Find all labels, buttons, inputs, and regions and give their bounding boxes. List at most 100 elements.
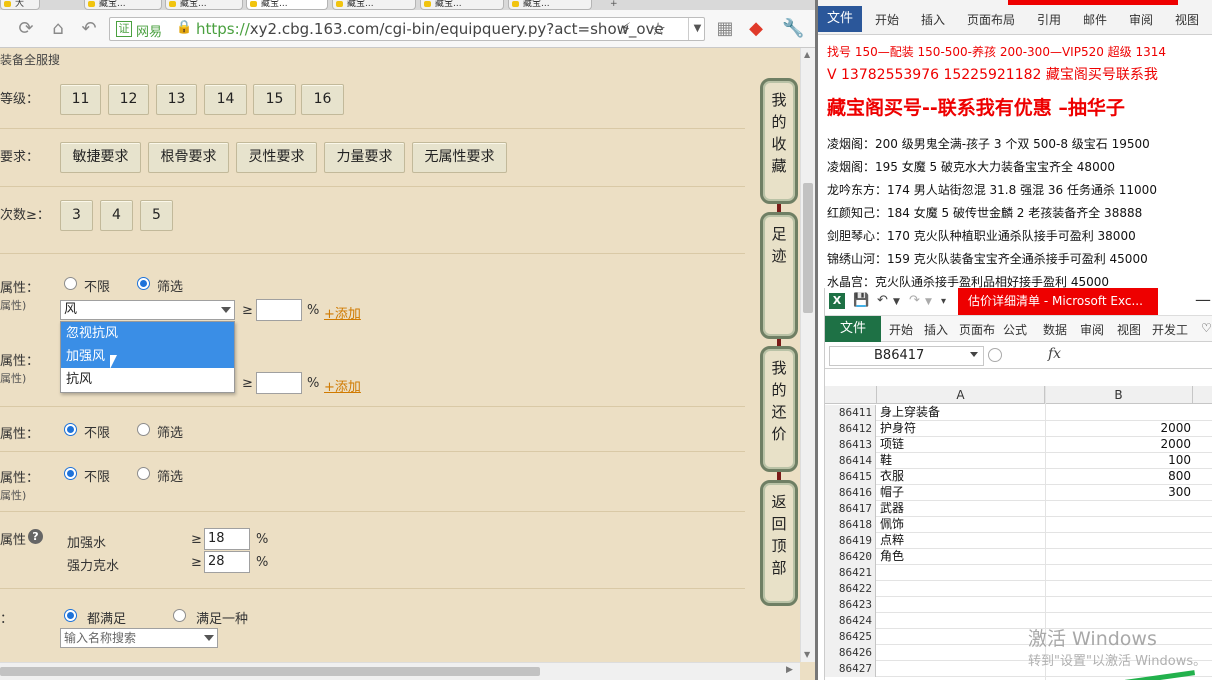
- scroll-thumb[interactable]: [0, 667, 540, 676]
- level-option-16[interactable]: 16: [301, 84, 344, 115]
- url-text[interactable]: https://xy2.cbg.163.com/cgi-bin/equipque…: [196, 20, 664, 38]
- row-number[interactable]: 86414: [825, 453, 876, 469]
- undo-icon[interactable]: ↶: [78, 18, 100, 40]
- grid-icon[interactable]: ▦: [714, 18, 736, 40]
- table-row[interactable]: 86412 护身符 2000: [825, 421, 1212, 437]
- lightning-icon[interactable]: ⚡: [620, 19, 631, 38]
- match-any-radio[interactable]: [173, 609, 186, 622]
- row-number[interactable]: 86412: [825, 421, 876, 437]
- dropdown-option[interactable]: 忽视抗风: [61, 322, 234, 345]
- cell-b[interactable]: 100: [1047, 453, 1193, 468]
- attr1-add-link[interactable]: +添加: [324, 303, 361, 322]
- attr3-unlimited-radio[interactable]: [64, 423, 77, 436]
- cell-a[interactable]: 武器: [880, 501, 1045, 516]
- excel-tab[interactable]: 插入: [924, 321, 948, 338]
- scroll-down-icon[interactable]: ▼: [804, 650, 810, 659]
- word-tab[interactable]: 插入: [921, 11, 945, 28]
- attr4-filter-radio[interactable]: [137, 467, 150, 480]
- back-to-top-button[interactable]: 返回顶部: [760, 480, 798, 606]
- excel-tab[interactable]: 审阅: [1080, 321, 1104, 338]
- attribute-dropdown-list[interactable]: 忽视抗风 加强风 抗风: [60, 321, 235, 393]
- attr5-row2-input[interactable]: 28: [204, 551, 250, 573]
- row-number[interactable]: 86418: [825, 517, 876, 533]
- fx-icon[interactable]: fx: [1048, 346, 1061, 362]
- times-option-4[interactable]: 4: [100, 200, 133, 231]
- chevron-down-icon[interactable]: ▼: [893, 297, 900, 307]
- word-tab[interactable]: 审阅: [1129, 11, 1153, 28]
- row-number[interactable]: 86413: [825, 437, 876, 453]
- word-tab[interactable]: 邮件: [1083, 11, 1107, 28]
- cell-a[interactable]: 佩饰: [880, 517, 1045, 532]
- formula-options-icon[interactable]: [988, 348, 1002, 362]
- url-dropdown-icon[interactable]: ▼: [688, 18, 706, 40]
- row-number[interactable]: 86422: [825, 581, 876, 597]
- level-option-13[interactable]: 13: [156, 84, 197, 115]
- attr1-attribute-select[interactable]: 风: [60, 300, 235, 320]
- browser-tab[interactable]: 藏宝...: [420, 0, 504, 10]
- excel-tab[interactable]: 公式: [1003, 321, 1027, 338]
- word-tab[interactable]: 开始: [875, 11, 899, 28]
- minimize-icon[interactable]: —: [1195, 290, 1211, 309]
- row-number[interactable]: 86425: [825, 629, 876, 645]
- row-number[interactable]: 86421: [825, 565, 876, 581]
- level-option-15[interactable]: 15: [253, 84, 296, 115]
- column-header-b[interactable]: B: [1045, 386, 1193, 404]
- scroll-right-icon[interactable]: ▶: [786, 665, 793, 675]
- req-constitution-button[interactable]: 根骨要求: [148, 142, 229, 173]
- row-number[interactable]: 86420: [825, 549, 876, 565]
- refresh-icon[interactable]: ⟳: [15, 18, 37, 40]
- table-row[interactable]: 86414 鞋 100: [825, 453, 1212, 469]
- name-search-select[interactable]: 输入名称搜索: [60, 628, 218, 648]
- horizontal-scrollbar[interactable]: ▶: [0, 662, 800, 680]
- excel-tab[interactable]: 开始: [889, 321, 913, 338]
- excel-tab[interactable]: 数据: [1043, 321, 1067, 338]
- help-icon[interactable]: ?: [28, 529, 43, 544]
- level-option-12[interactable]: 12: [108, 84, 149, 115]
- excel-file-tab[interactable]: 文件: [825, 316, 881, 342]
- browser-tab[interactable]: 藏宝...: [508, 0, 592, 10]
- cell-a[interactable]: 鞋: [880, 453, 1045, 468]
- browser-tab-active[interactable]: 藏宝...: [246, 0, 328, 10]
- cell-b[interactable]: 300: [1047, 485, 1193, 500]
- wrench-icon[interactable]: 🔧: [782, 18, 804, 40]
- cell-a[interactable]: 身上穿装备: [880, 405, 1045, 420]
- attr4-unlimited-radio[interactable]: [64, 467, 77, 480]
- dropdown-option-hovered[interactable]: 加强风: [61, 345, 234, 368]
- times-option-3[interactable]: 3: [60, 200, 93, 231]
- row-number[interactable]: 86415: [825, 469, 876, 485]
- row-number[interactable]: 86424: [825, 613, 876, 629]
- word-tab[interactable]: 视图: [1175, 11, 1199, 28]
- excel-tab[interactable]: 视图: [1117, 321, 1141, 338]
- new-tab-button[interactable]: +: [610, 0, 618, 9]
- excel-tab[interactable]: 开发工: [1152, 321, 1188, 338]
- dropdown-option[interactable]: 抗风: [61, 368, 234, 391]
- browser-tab[interactable]: 藏宝...: [84, 0, 162, 10]
- cell-a[interactable]: 角色: [880, 549, 1045, 564]
- ribbon-collapse-icon[interactable]: ♡: [1201, 321, 1212, 335]
- my-favorites-button[interactable]: 我的收藏: [760, 78, 798, 204]
- undo-icon[interactable]: ↶: [877, 293, 888, 308]
- times-option-5[interactable]: 5: [140, 200, 173, 231]
- customize-icon[interactable]: ▾: [941, 296, 946, 307]
- attr5-row1-input[interactable]: 18: [204, 528, 250, 550]
- game-controller-icon[interactable]: ◆: [745, 18, 767, 40]
- cell-b[interactable]: 2000: [1047, 421, 1193, 436]
- cell-a[interactable]: 衣服: [880, 469, 1045, 484]
- select-all-corner[interactable]: [825, 386, 877, 404]
- redo-icon[interactable]: ↷: [909, 293, 920, 308]
- browser-tab[interactable]: 大: [0, 0, 40, 10]
- attr1-filter-radio[interactable]: [137, 277, 150, 290]
- word-tab[interactable]: 页面布局: [967, 11, 1015, 28]
- row-number[interactable]: 86427: [825, 661, 876, 677]
- table-row[interactable]: 86416 帽子 300: [825, 485, 1212, 501]
- req-spirit-button[interactable]: 灵性要求: [236, 142, 317, 173]
- scroll-up-icon[interactable]: ▲: [804, 50, 810, 59]
- attr3-filter-radio[interactable]: [137, 423, 150, 436]
- vertical-scrollbar[interactable]: ▲ ▼: [800, 48, 815, 662]
- attr1-unlimited-radio[interactable]: [64, 277, 77, 290]
- level-option-14[interactable]: 14: [204, 84, 247, 115]
- cell-a[interactable]: 项链: [880, 437, 1045, 452]
- chevron-down-icon[interactable]: [970, 352, 978, 357]
- level-option-11[interactable]: 11: [60, 84, 101, 115]
- table-row[interactable]: 86423: [825, 597, 1212, 613]
